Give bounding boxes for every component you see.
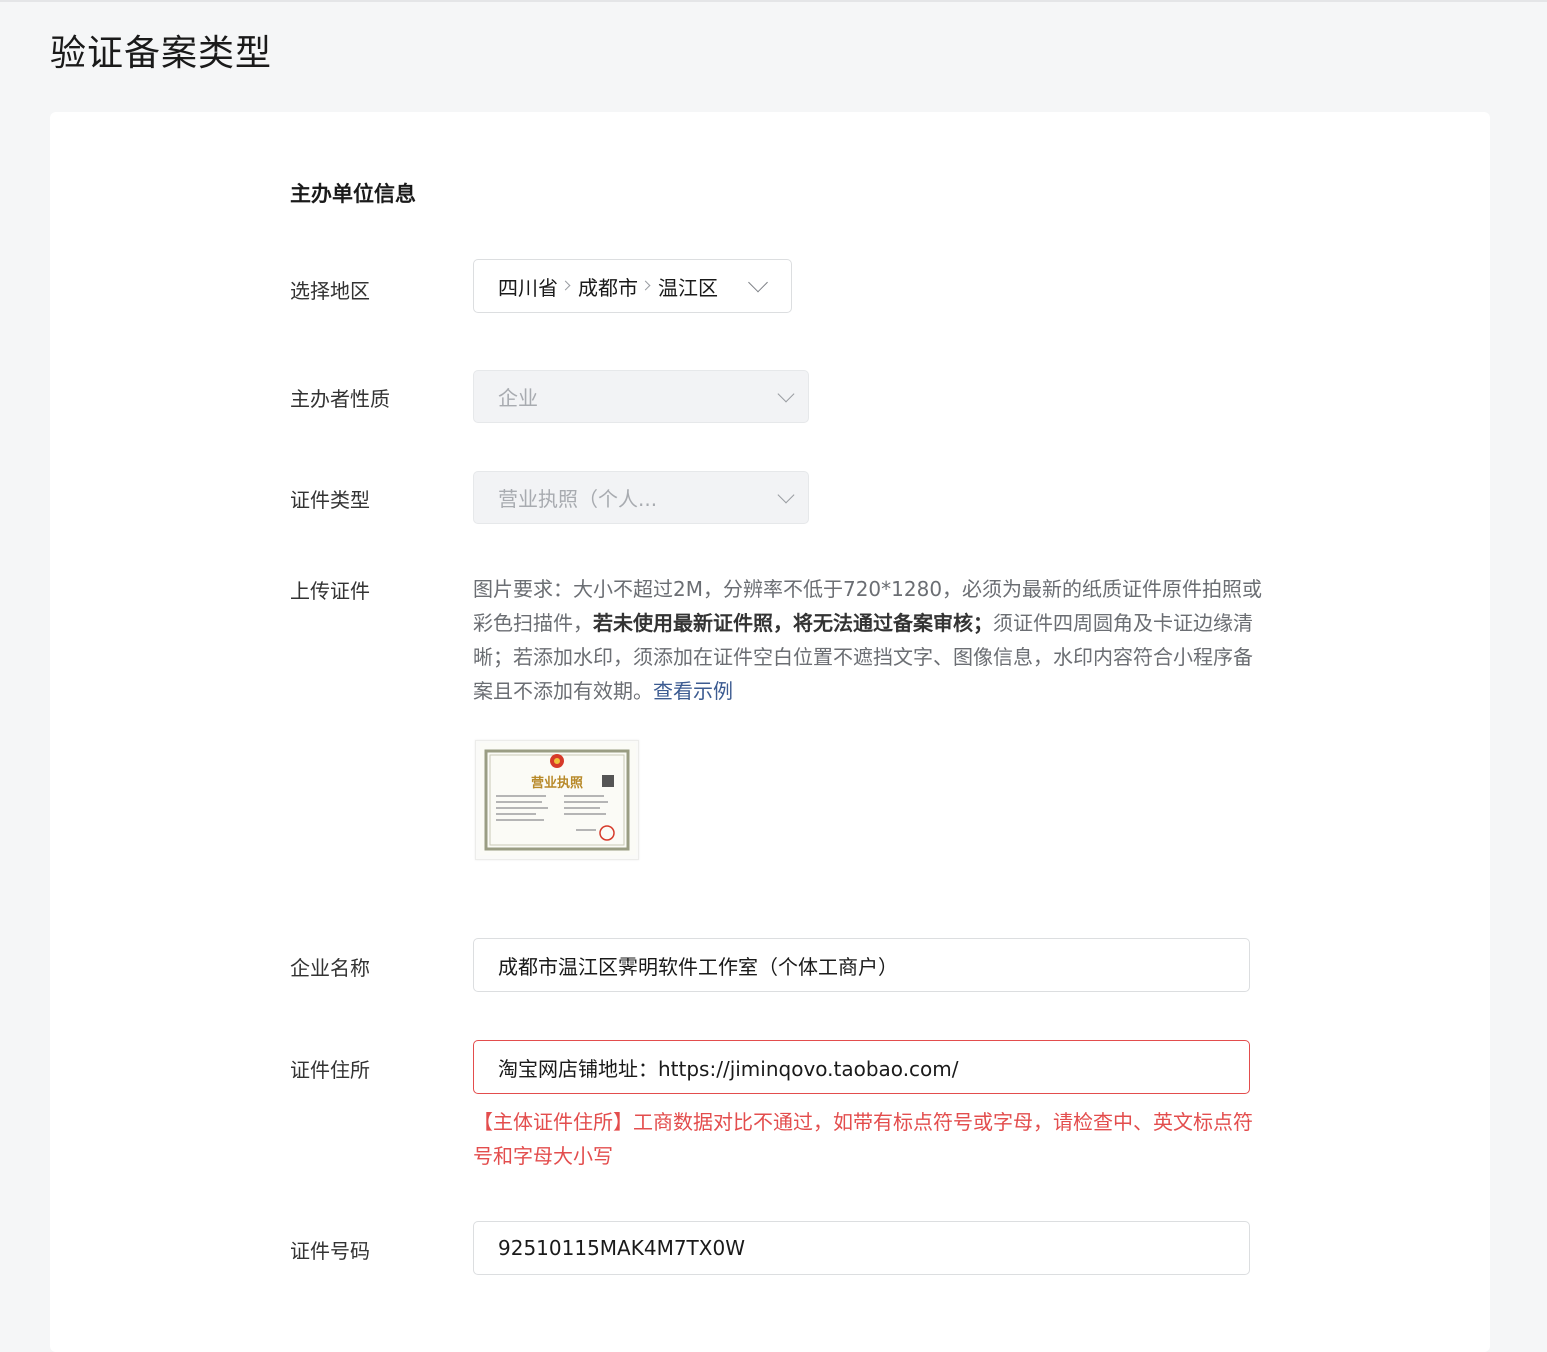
cert-type-label: 证件类型	[290, 488, 370, 512]
cert-number-input[interactable]: 92510115MAK4M7TX0W	[473, 1221, 1250, 1275]
chevron-right-icon	[560, 280, 571, 290]
license-title: 营业执照	[531, 775, 583, 791]
upload-desc-warning: 若未使用最新证件照，将无法通过备案审核；	[593, 611, 993, 635]
host-nature-value: 企业	[498, 386, 538, 410]
form-card: 主办单位信息 选择地区 四川省 成都市 温江区 主办者性质 企业 证件类型 营业…	[50, 112, 1490, 1352]
cert-address-error: 【主体证件住所】工商数据对比不通过，如带有标点符号或字母，请检查中、英文标点符号…	[473, 1110, 1253, 1168]
view-example-link[interactable]: 查看示例	[653, 679, 733, 703]
cert-number-value: 92510115MAK4M7TX0W	[498, 1236, 745, 1260]
chevron-right-icon	[640, 280, 651, 290]
cert-address-label: 证件住所	[290, 1058, 370, 1082]
cert-number-label: 证件号码	[290, 1239, 370, 1263]
uploaded-license-thumbnail[interactable]: 营业执照	[475, 740, 639, 860]
upload-label: 上传证件	[290, 579, 370, 603]
top-divider	[0, 0, 1547, 2]
region-city: 成都市	[578, 275, 638, 300]
upload-requirements: 图片要求：大小不超过2M，分辨率不低于720*1280，必须为最新的纸质证件原件…	[473, 572, 1263, 708]
page-title: 验证备案类型	[50, 33, 273, 74]
region-select[interactable]: 四川省 成都市 温江区	[473, 259, 792, 313]
cert-address-input[interactable]: 淘宝网店铺地址：https://jiminqovo.taobao.com/	[473, 1040, 1250, 1094]
business-license-image: 营业执照	[480, 743, 636, 855]
company-name-input[interactable]: 成都市温江区霁明软件工作室（个体工商户）	[473, 938, 1250, 992]
cert-type-select[interactable]: 营业执照（个人...	[473, 471, 809, 524]
company-name-value: 成都市温江区霁明软件工作室（个体工商户）	[498, 954, 898, 979]
region-district: 温江区	[658, 275, 718, 300]
chevron-down-icon	[777, 385, 795, 402]
cert-address-value: 淘宝网店铺地址：https://jiminqovo.taobao.com/	[498, 1056, 959, 1081]
section-title: 主办单位信息	[290, 182, 416, 206]
chevron-down-icon	[748, 272, 768, 293]
region-label: 选择地区	[290, 279, 370, 303]
region-province: 四川省	[498, 275, 558, 300]
cert-type-value: 营业执照（个人...	[498, 487, 658, 511]
company-name-label: 企业名称	[290, 956, 370, 980]
host-nature-label: 主办者性质	[290, 387, 390, 411]
host-nature-select[interactable]: 企业	[473, 370, 809, 423]
chevron-down-icon	[777, 486, 795, 503]
